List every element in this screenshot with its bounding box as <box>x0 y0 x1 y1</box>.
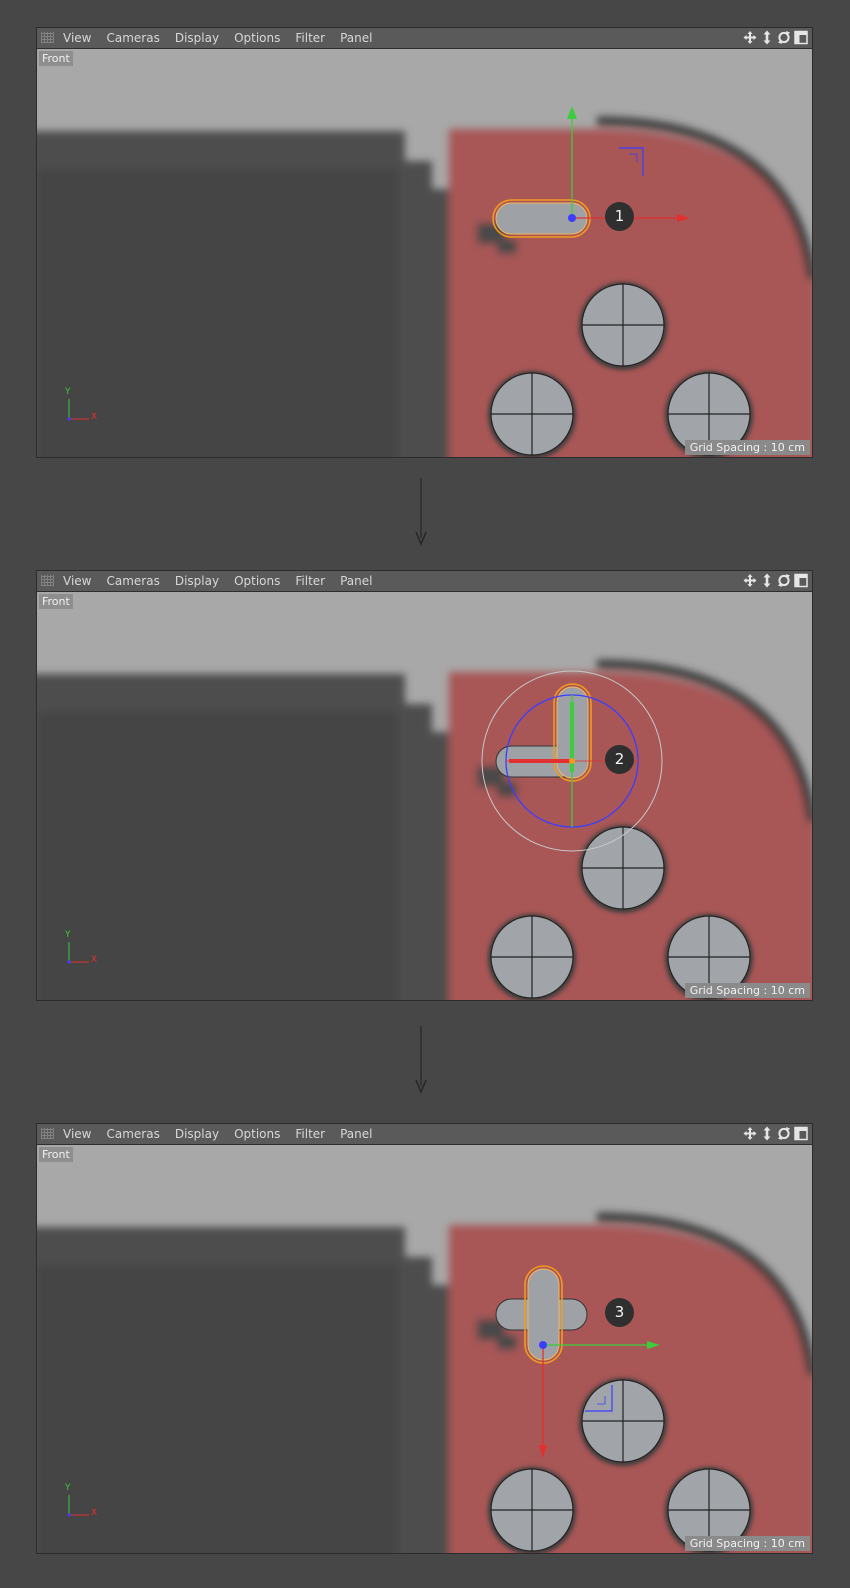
menu-panel[interactable]: Panel <box>340 571 372 591</box>
grip-icon[interactable] <box>41 32 54 43</box>
flow-arrow-down-icon <box>415 1026 427 1094</box>
maximize-icon[interactable] <box>794 573 808 588</box>
menu-options[interactable]: Options <box>234 1124 280 1144</box>
scene-canvas[interactable] <box>37 49 812 457</box>
camera-label[interactable]: Front <box>39 594 73 609</box>
menu-display[interactable]: Display <box>175 1124 219 1144</box>
zoom-icon[interactable] <box>760 573 774 588</box>
menu-view[interactable]: View <box>63 571 91 591</box>
menu-panel[interactable]: Panel <box>340 28 372 48</box>
axis-y-label: Y <box>65 930 71 940</box>
axis-y-label: Y <box>65 1483 71 1493</box>
move-icon[interactable] <box>743 30 757 45</box>
viewport-scene[interactable]: Front Grid Spacing : 10 cm 2 Y X <box>37 592 812 1000</box>
rotate-icon[interactable] <box>777 573 791 588</box>
menu-panel[interactable]: Panel <box>340 1124 372 1144</box>
axis-x-label: X <box>91 955 98 965</box>
maximize-icon[interactable] <box>794 30 808 45</box>
menu-filter[interactable]: Filter <box>295 28 325 48</box>
grid-spacing-label: Grid Spacing : 10 cm <box>684 440 810 455</box>
menu-filter[interactable]: Filter <box>295 1124 325 1144</box>
axis-x-label: X <box>91 1508 98 1518</box>
menu-display[interactable]: Display <box>175 28 219 48</box>
move-icon[interactable] <box>743 573 757 588</box>
scene-canvas[interactable] <box>37 1145 812 1553</box>
step-badge: 3 <box>605 1298 634 1327</box>
axis-y-label: Y <box>65 387 71 397</box>
grid-spacing-label: Grid Spacing : 10 cm <box>684 983 810 998</box>
rotate-icon[interactable] <box>777 30 791 45</box>
camera-label[interactable]: Front <box>39 51 73 66</box>
menu-view[interactable]: View <box>63 1124 91 1144</box>
viewport-menubar: View Cameras Display Options Filter Pane… <box>37 1124 812 1145</box>
menu-cameras[interactable]: Cameras <box>106 571 159 591</box>
zoom-icon[interactable] <box>760 1126 774 1141</box>
menu-display[interactable]: Display <box>175 571 219 591</box>
menu-options[interactable]: Options <box>234 28 280 48</box>
step-badge: 1 <box>605 202 634 231</box>
flow-arrow-down-icon <box>415 478 427 546</box>
grip-icon[interactable] <box>41 1128 54 1139</box>
menu-cameras[interactable]: Cameras <box>106 1124 159 1144</box>
grip-icon[interactable] <box>41 575 54 586</box>
maximize-icon[interactable] <box>794 1126 808 1141</box>
rotate-icon[interactable] <box>777 1126 791 1141</box>
scene-canvas[interactable] <box>37 592 812 1000</box>
menu-options[interactable]: Options <box>234 571 280 591</box>
viewport-1[interactable]: View Cameras Display Options Filter Pane… <box>36 27 813 458</box>
viewport-scene[interactable]: Front Grid Spacing : 10 cm 3 Y X <box>37 1145 812 1553</box>
menu-view[interactable]: View <box>63 28 91 48</box>
zoom-icon[interactable] <box>760 30 774 45</box>
axis-x-label: X <box>91 412 98 422</box>
menu-cameras[interactable]: Cameras <box>106 28 159 48</box>
menu-filter[interactable]: Filter <box>295 571 325 591</box>
camera-label[interactable]: Front <box>39 1147 73 1162</box>
viewport-menubar: View Cameras Display Options Filter Pane… <box>37 571 812 592</box>
move-icon[interactable] <box>743 1126 757 1141</box>
viewport-scene[interactable]: Front Grid Spacing : 10 cm 1 Y X <box>37 49 812 457</box>
step-badge: 2 <box>605 745 634 774</box>
grid-spacing-label: Grid Spacing : 10 cm <box>684 1536 810 1551</box>
viewport-3[interactable]: View Cameras Display Options Filter Pane… <box>36 1123 813 1554</box>
viewport-menubar: View Cameras Display Options Filter Pane… <box>37 28 812 49</box>
viewport-2[interactable]: View Cameras Display Options Filter Pane… <box>36 570 813 1001</box>
